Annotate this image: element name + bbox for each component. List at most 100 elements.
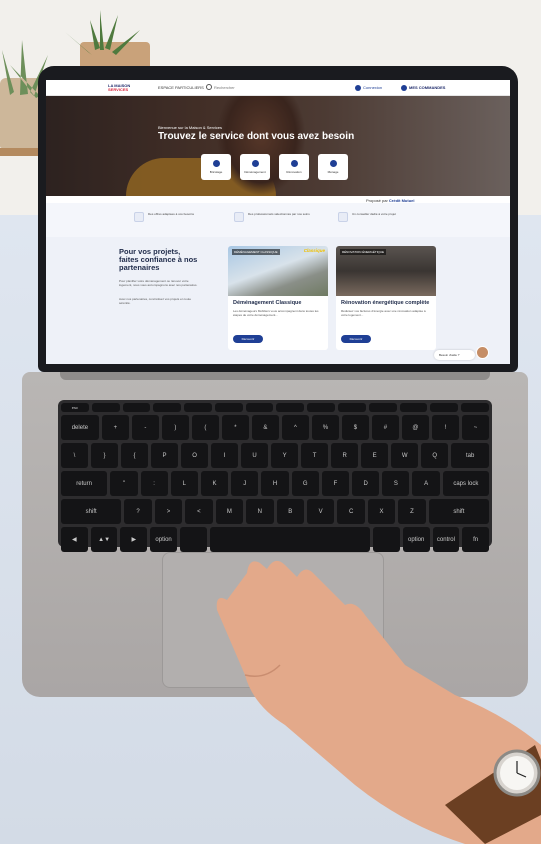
key[interactable]: @ [401,415,429,440]
key[interactable]: B [276,499,304,524]
key[interactable]: > [154,499,183,524]
chat-avatar[interactable] [476,346,489,359]
key[interactable]: # [371,415,399,440]
key[interactable]: esc [61,403,89,412]
key[interactable]: + [101,415,129,440]
key[interactable]: " [110,471,138,496]
key[interactable]: F [321,471,350,496]
key[interactable] [399,403,428,412]
key-delete[interactable]: delete [61,415,99,440]
key[interactable] [461,403,489,412]
key[interactable] [276,403,305,412]
key[interactable] [122,403,151,412]
commandes-button[interactable]: MES COMMANDES [397,83,449,92]
key[interactable]: O [181,443,209,468]
site-logo[interactable]: LA MAISON SERVICES [108,84,130,92]
key[interactable]: - [131,415,159,440]
key-option-left[interactable]: option [402,527,430,552]
key[interactable]: { [121,443,149,468]
key[interactable]: H [261,471,289,496]
nav-particuliers-menu[interactable]: ESPACE PARTICULIERS [158,85,204,90]
key[interactable] [245,403,274,412]
key-return[interactable]: return [61,471,108,496]
key[interactable]: Z [398,499,426,524]
offer-card-demenagement[interactable]: DÉMÉNAGEMENT CLASSIQUE Classique Déménag… [228,246,328,350]
card-badge: Classique [303,248,325,253]
key[interactable] [338,403,366,412]
keyboard-row-top: \ } { P O I U Y T R E W Q tab [61,443,490,468]
offers-icon [134,212,144,222]
key[interactable]: J [231,471,259,496]
key-option-right[interactable]: option [150,527,177,552]
key-command-left[interactable] [373,527,400,552]
key[interactable] [430,403,459,412]
key[interactable]: N [246,499,274,524]
key-fn[interactable]: fn [462,527,490,552]
key[interactable]: ( [191,415,219,440]
key[interactable]: < [185,499,213,524]
service-card-renovation[interactable]: Rénovation [279,154,309,180]
key[interactable]: & [251,415,279,440]
key[interactable]: ^ [281,415,309,440]
key-shift-right[interactable]: shift [61,499,122,524]
arrow-right-key[interactable]: ▶ [120,527,148,552]
search-input[interactable]: Rechercher [214,85,235,90]
key[interactable]: Y [271,443,299,468]
key-tab[interactable]: tab [451,443,490,468]
key-control[interactable]: control [432,527,460,552]
key[interactable] [368,403,397,412]
key[interactable]: $ [341,415,369,440]
offer-card-renovation[interactable]: RÉNOVATION ÉNERGÉTIQUE Rénovation énergé… [336,246,436,350]
key[interactable] [214,403,243,412]
key[interactable]: ! [431,415,459,440]
keyboard-row-space: ◀ ▲▼ ▶ option option control fn [61,527,490,552]
key[interactable]: T [301,443,329,468]
key[interactable]: \ [61,443,89,468]
key[interactable]: ? [124,499,152,524]
arrow-left-key[interactable]: ◀ [61,527,88,552]
search-icon[interactable] [206,84,212,90]
key[interactable]: W [391,443,419,468]
key[interactable]: E [361,443,389,468]
key[interactable] [91,403,120,412]
service-card-label: Rénovation [286,170,302,174]
key[interactable] [153,403,182,412]
key[interactable] [307,403,336,412]
key[interactable] [184,403,212,412]
connexion-button[interactable]: Connexion [351,83,386,92]
card-cta-button[interactable]: Découvrir [341,335,371,343]
card-title: Rénovation énergétique complète [341,300,430,306]
key[interactable]: * [221,415,249,440]
key[interactable]: M [215,499,244,524]
key[interactable]: ~ [462,415,490,440]
key[interactable]: : [140,471,168,496]
key[interactable]: P [151,443,179,468]
key-shift-left[interactable]: shift [428,499,490,524]
key[interactable]: Q [421,443,449,468]
key[interactable]: ) [161,415,189,440]
service-card-menage[interactable]: Ménage [318,154,348,180]
key-command-right[interactable] [179,527,207,552]
key[interactable]: D [352,471,380,496]
key[interactable]: % [311,415,339,440]
key[interactable]: X [367,499,396,524]
key-space[interactable] [209,527,371,552]
key[interactable]: I [211,443,239,468]
key[interactable]: L [170,471,198,496]
key[interactable]: S [382,471,410,496]
key[interactable]: } [91,443,119,468]
card-cta-button[interactable]: Découvrir [233,335,263,343]
service-card-demenagement[interactable]: Déménagement [240,154,270,180]
key[interactable]: A [412,471,440,496]
key[interactable]: C [337,499,365,524]
key[interactable]: G [291,471,319,496]
key[interactable]: U [241,443,269,468]
key[interactable]: V [306,499,335,524]
service-card-bricolage[interactable]: Bricolage [201,154,231,180]
key-caps-lock[interactable]: caps lock [442,471,489,496]
arrow-up-down-key[interactable]: ▲▼ [90,527,118,552]
chat-widget[interactable]: Besoin d'aide ? [434,350,476,360]
key[interactable]: K [200,471,229,496]
key[interactable]: R [331,443,359,468]
connexion-label: Connexion [363,85,383,90]
